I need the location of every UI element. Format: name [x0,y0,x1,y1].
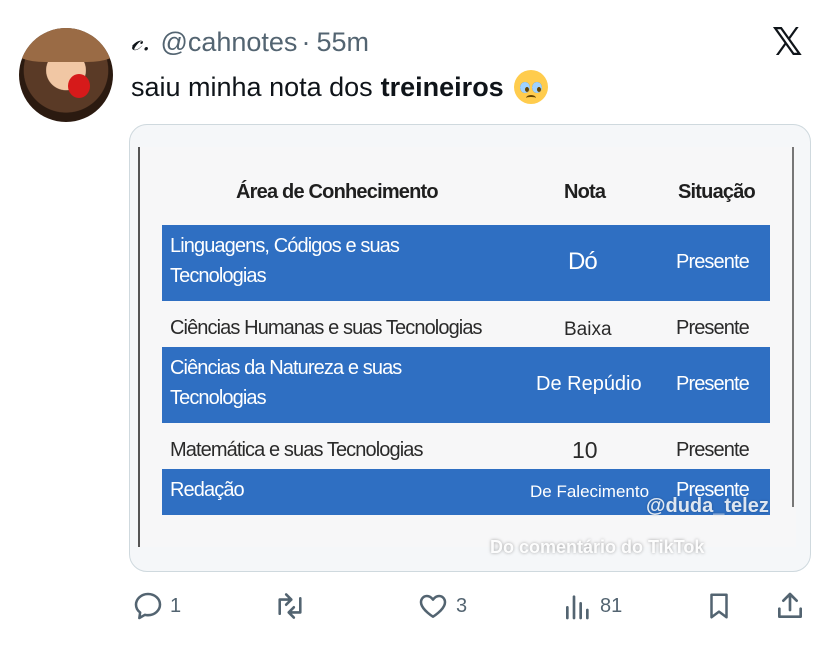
row-nota: Dó [568,248,598,275]
views-count: 81 [600,594,623,617]
watermark-caption: Do comentário do TikTok [490,537,705,557]
table-border-left [138,147,140,547]
views-button[interactable]: 81 [562,590,622,622]
handle[interactable]: @cahnotes [160,27,297,58]
share-icon [774,590,806,622]
reply-button[interactable]: 1 [132,590,181,622]
row-situacao: Presente [676,373,750,395]
tweet-media-image[interactable]: Área de Conhecimento Nota Situação Lingu… [129,124,811,572]
row-nota: 10 [572,437,598,463]
views-bar-chart-icon [562,590,594,622]
reply-count: 1 [170,594,182,617]
row-area-line1: Matemática e suas Tecnologias [170,439,423,461]
table-row: Matemática e suas Tecnologias 10 Present… [162,431,770,471]
row-area-line1: Ciências da Natureza e suas [170,357,402,379]
table-row: Ciências da Natureza e suas Tecnologias … [162,347,770,423]
pleading-face-emoji-icon [513,70,548,104]
avatar-candy-apple [68,74,90,98]
tweet-header: 𝒸. @cahnotes · 55m [131,26,369,58]
row-nota: De Repúdio [536,373,642,395]
bookmark-icon [704,590,734,622]
timestamp[interactable]: 55m [316,27,369,58]
row-situacao: Presente [676,317,750,339]
x-logo-icon[interactable]: 𝕏 [772,24,803,62]
row-nota: Baixa [564,319,612,340]
row-area-line1: Linguagens, Códigos e suas [170,235,400,257]
tweet-actions: 1 3 81 [0,584,828,628]
row-situacao: Presente [676,439,750,461]
tweet-text-regular: saiu minha nota dos [131,71,373,102]
table-row: Ciências Humanas e suas Tecnologias Baix… [162,307,770,351]
header-area: Área de Conhecimento [236,181,439,203]
header-separator: · [301,26,311,57]
like-button[interactable]: 3 [416,590,467,622]
display-name[interactable]: 𝒸. [131,26,150,58]
tweet-text: saiu minha nota dos treineiros [131,70,548,104]
row-area-line1: Ciências Humanas e suas Tecnologias [170,317,483,339]
header-nota: Nota [564,181,606,203]
retweet-button[interactable] [272,590,314,622]
heart-icon [416,590,450,622]
retweet-icon [272,590,308,622]
row-area-line1: Redação [170,479,245,501]
row-nota: De Falecimento [530,482,650,501]
header-situacao: Situação [678,181,756,203]
row-situacao: Presente [676,251,750,273]
avatar[interactable] [19,28,113,122]
tweet-text-bold: treineiros [380,71,504,102]
row-area-line2: Tecnologias [170,265,267,287]
like-count: 3 [456,594,468,617]
watermark-handle: @duda_telez [646,495,769,517]
table-row: Linguagens, Códigos e suas Tecnologias D… [162,225,770,301]
share-button[interactable] [774,590,806,622]
row-area-line2: Tecnologias [170,387,267,409]
table-border-right [792,147,794,507]
bookmark-button[interactable] [704,590,734,622]
avatar-hat [19,28,113,62]
reply-icon [132,590,164,622]
results-table-image: Área de Conhecimento Nota Situação Lingu… [138,147,796,557]
